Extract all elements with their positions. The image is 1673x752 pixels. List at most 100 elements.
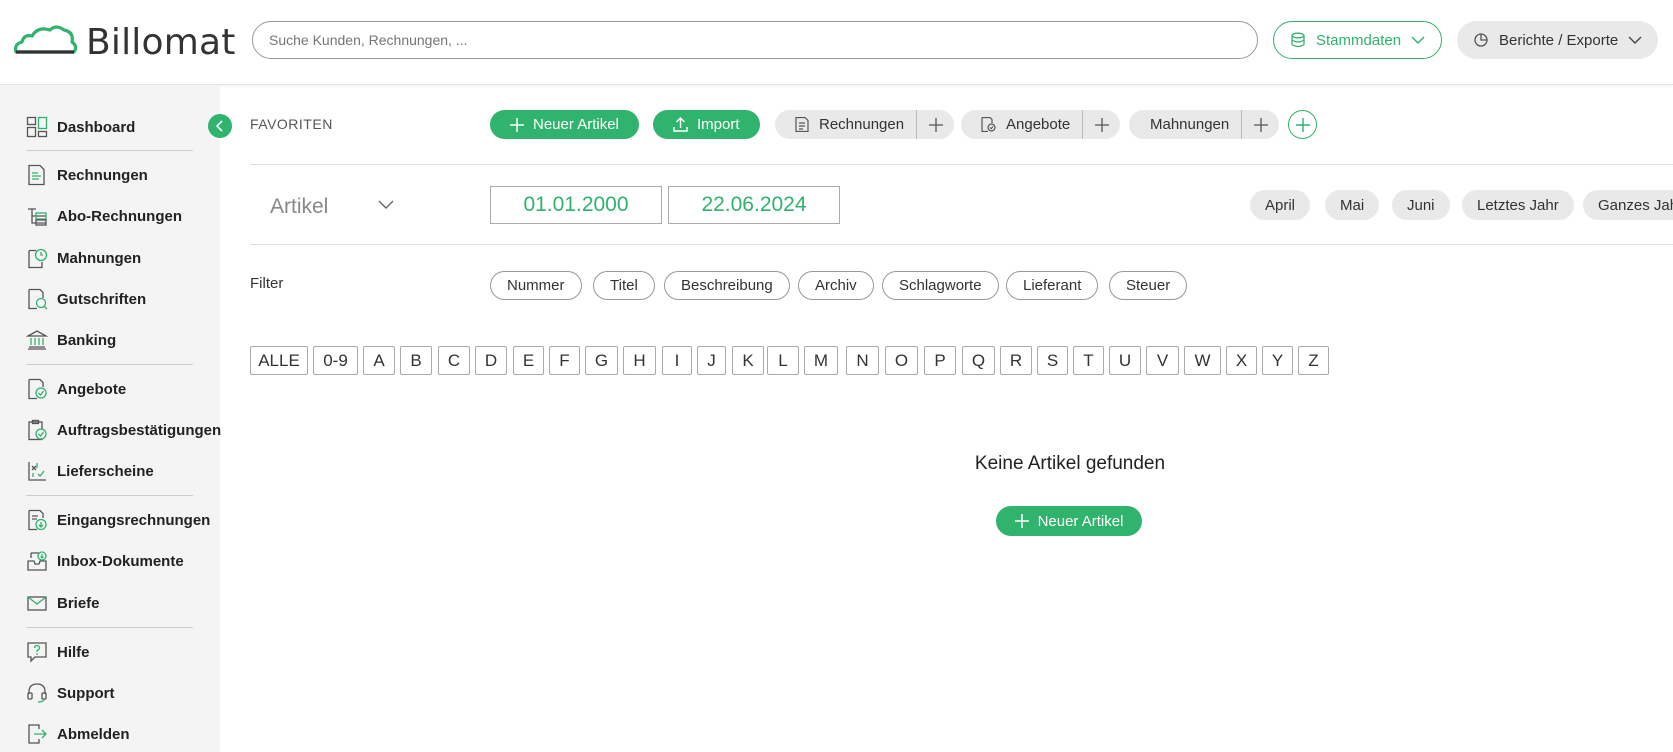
billomat-logo[interactable]: Billomat xyxy=(12,20,236,64)
plus-icon xyxy=(1253,117,1268,132)
letter-filter[interactable]: G xyxy=(585,346,618,375)
help-icon xyxy=(26,641,48,663)
letter-filter[interactable]: R xyxy=(1000,346,1032,375)
letter-filter[interactable]: P xyxy=(924,346,956,375)
add-favorite-button[interactable] xyxy=(1288,110,1317,139)
letter-filter[interactable]: B xyxy=(400,346,432,375)
favorite-mahnungen-button[interactable]: Mahnungen xyxy=(1129,110,1241,139)
add-rechnung-button[interactable] xyxy=(916,110,954,139)
period-letztes-jahr[interactable]: Letztes Jahr xyxy=(1462,190,1574,220)
new-article-button[interactable]: Neuer Artikel xyxy=(490,110,639,139)
collapse-sidebar-button[interactable] xyxy=(208,114,232,138)
sidebar-item-label: Hilfe xyxy=(57,643,90,661)
import-button[interactable]: Import xyxy=(653,110,760,139)
sidebar-item-dashboard[interactable]: Dashboard xyxy=(26,114,135,140)
empty-new-article-button[interactable]: Neuer Artikel xyxy=(996,506,1142,536)
search-input[interactable] xyxy=(252,21,1258,59)
letter-filter[interactable]: M xyxy=(804,346,838,375)
letter-filter[interactable]: Q xyxy=(962,346,995,375)
add-mahnung-button[interactable] xyxy=(1241,110,1279,139)
letter-filter[interactable]: U xyxy=(1109,346,1141,375)
incoming-invoice-icon xyxy=(26,509,48,531)
letter-filter[interactable]: H xyxy=(623,346,656,375)
period-mai[interactable]: Mai xyxy=(1325,190,1380,220)
letter-filter[interactable]: K xyxy=(732,346,764,375)
sidebar-item-gutschriften[interactable]: Gutschriften xyxy=(26,286,146,312)
sidebar-item-eingangsrechnungen[interactable]: Eingangsrechnungen xyxy=(26,507,210,533)
filter-nummer[interactable]: Nummer xyxy=(490,271,582,300)
letter-filter[interactable]: Z xyxy=(1298,346,1329,375)
sidebar-item-label: Auftragsbestätigungen xyxy=(57,421,222,439)
sidebar-item-abmelden[interactable]: Abmelden xyxy=(26,721,130,747)
letter-filter[interactable]: N xyxy=(846,346,879,375)
letter-filter[interactable]: J xyxy=(697,346,726,375)
letter-filter[interactable]: C xyxy=(438,346,470,375)
logout-icon xyxy=(26,723,48,745)
period-april[interactable]: April xyxy=(1250,190,1311,220)
letter-filter-0-9[interactable]: 0-9 xyxy=(313,346,358,375)
sidebar-item-briefe[interactable]: Briefe xyxy=(26,590,100,616)
filter-steuer[interactable]: Steuer xyxy=(1109,271,1188,300)
sidebar-item-support[interactable]: Support xyxy=(26,680,115,706)
sidebar-item-rechnungen[interactable]: Rechnungen xyxy=(26,162,148,188)
sidebar-item-abo-rechnungen[interactable]: Abo-Rechnungen xyxy=(26,203,182,229)
sidebar-item-mahnungen[interactable]: Mahnungen xyxy=(26,245,141,271)
filter-titel[interactable]: Titel xyxy=(593,271,655,300)
filter-archiv[interactable]: Archiv xyxy=(798,271,874,300)
sidebar-item-inbox-dokumente[interactable]: Inbox-Dokumente xyxy=(26,548,184,574)
letter-filter[interactable]: Y xyxy=(1262,346,1293,375)
letter-filter[interactable]: L xyxy=(767,346,799,375)
document-type-select[interactable]: Artikel xyxy=(270,192,400,222)
pie-chart-icon xyxy=(1474,33,1488,47)
letter-filter[interactable]: X xyxy=(1226,346,1257,375)
letter-filter[interactable]: T xyxy=(1073,346,1104,375)
stammdaten-button[interactable]: Stammdaten xyxy=(1273,21,1442,59)
berichte-exporte-button[interactable]: Berichte / Exporte xyxy=(1457,21,1658,59)
plus-icon xyxy=(1014,514,1029,528)
sidebar-divider xyxy=(26,150,193,151)
chevron-left-icon xyxy=(215,120,223,132)
period-juni[interactable]: Juni xyxy=(1392,190,1450,220)
delivery-note-icon xyxy=(26,460,48,482)
offer-icon xyxy=(981,117,996,132)
letter-filter[interactable]: S xyxy=(1037,346,1068,375)
letter-filter-alle[interactable]: ALLE xyxy=(250,346,308,375)
add-angebot-button[interactable] xyxy=(1082,110,1120,139)
new-article-label: Neuer Artikel xyxy=(533,116,619,133)
sidebar-divider xyxy=(26,495,193,496)
date-to-input[interactable]: 22.06.2024 xyxy=(668,186,840,224)
sidebar-item-label: Eingangsrechnungen xyxy=(57,511,211,529)
letter-filter[interactable]: W xyxy=(1184,346,1221,375)
date-from-input[interactable]: 01.01.2000 xyxy=(490,186,662,224)
document-type-value: Artikel xyxy=(270,195,329,218)
letter-filter[interactable]: O xyxy=(885,346,918,375)
sidebar-item-label: Gutschriften xyxy=(57,290,147,308)
favorite-angebote-button[interactable]: Angebote xyxy=(961,110,1082,139)
filter-lieferant[interactable]: Lieferant xyxy=(1006,271,1099,300)
sidebar-item-auftragsbestaetigungen[interactable]: Auftragsbestätigungen xyxy=(26,417,221,443)
sidebar-item-label: Lieferscheine xyxy=(57,462,154,480)
filter-schlagworte[interactable]: Schlagworte xyxy=(882,271,999,300)
recurring-invoice-icon xyxy=(26,205,48,227)
letter-filter[interactable]: V xyxy=(1146,346,1179,375)
sidebar-item-hilfe[interactable]: Hilfe xyxy=(26,639,90,665)
sidebar-item-angebote[interactable]: Angebote xyxy=(26,376,126,402)
letter-filter[interactable]: I xyxy=(662,346,692,375)
chevron-down-icon xyxy=(378,200,394,209)
period-ganzes-jahr[interactable]: Ganzes Jahr xyxy=(1583,190,1673,220)
import-label: Import xyxy=(697,116,740,133)
upload-icon xyxy=(673,117,688,132)
letter-filter[interactable]: A xyxy=(363,346,395,375)
chevron-down-icon xyxy=(1628,36,1642,44)
filter-beschreibung[interactable]: Beschreibung xyxy=(664,271,790,300)
letter-filter[interactable]: D xyxy=(475,346,507,375)
sidebar-item-lieferscheine[interactable]: Lieferscheine xyxy=(26,458,154,484)
divider xyxy=(250,244,1673,245)
letter-filter[interactable]: E xyxy=(513,346,544,375)
sidebar-item-label: Inbox-Dokumente xyxy=(57,552,184,570)
favorite-rechnungen-button[interactable]: Rechnungen xyxy=(775,110,916,139)
letter-filter[interactable]: F xyxy=(549,346,580,375)
credit-note-icon xyxy=(26,288,48,310)
sidebar-item-label: Dashboard xyxy=(57,118,136,136)
sidebar-item-banking[interactable]: Banking xyxy=(26,327,116,353)
